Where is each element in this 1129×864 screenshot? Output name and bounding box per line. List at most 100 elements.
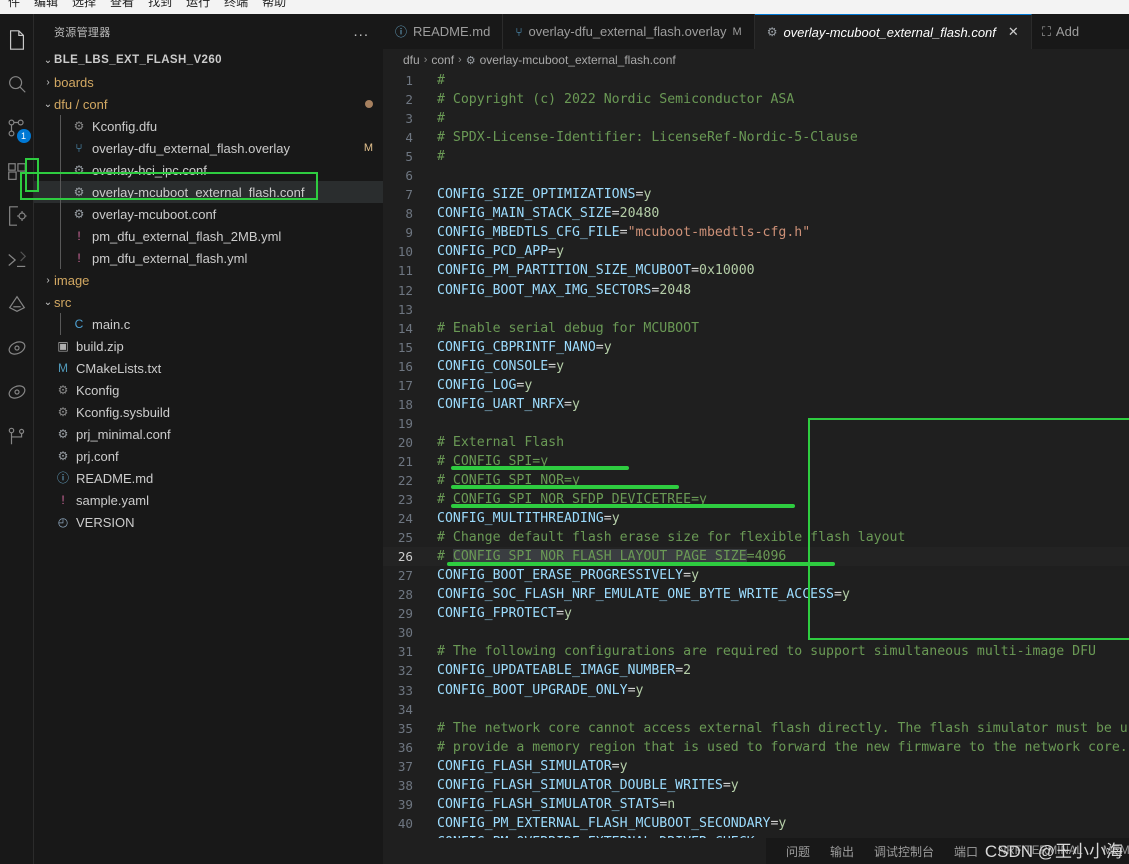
extensions-icon[interactable] bbox=[0, 150, 34, 194]
panel-tab-3[interactable]: 端口 bbox=[952, 843, 980, 860]
tree-item-pm-dfu-external-flash-yml[interactable]: ! pm_dfu_external_flash.yml bbox=[34, 247, 383, 269]
tree-item-overlay-mcuboot-conf[interactable]: ⚙ overlay-mcuboot.conf bbox=[34, 203, 383, 225]
tree-item-kconfig-sysbuild[interactable]: ⚙ Kconfig.sysbuild bbox=[34, 401, 383, 423]
tree-item-cmakelists-txt[interactable]: M CMakeLists.txt bbox=[34, 357, 383, 379]
info-icon: ⓘ bbox=[56, 471, 69, 485]
code-line[interactable]: 26 # CONFIG_SPI_NOR_FLASH_LAYOUT_PAGE_SIZ… bbox=[383, 547, 1129, 567]
code-line[interactable]: 6 bbox=[383, 166, 1129, 185]
code-line[interactable]: 1 # bbox=[383, 71, 1129, 90]
editor-tab-2[interactable]: ⚙ overlay-mcuboot_external_flash.conf ✕ bbox=[754, 14, 1032, 49]
code-line[interactable]: 12 CONFIG_BOOT_MAX_IMG_SECTORS=2048 bbox=[383, 281, 1129, 300]
search-icon[interactable] bbox=[0, 62, 34, 106]
code-line[interactable]: 25 # Change default flash erase size for … bbox=[383, 528, 1129, 547]
tree-item-pm-dfu-external-flash-2mb-yml[interactable]: ! pm_dfu_external_flash_2MB.yml bbox=[34, 225, 383, 247]
tree-item-overlay-dfu-external-flash-overlay[interactable]: ⑂ overlay-dfu_external_flash.overlay M bbox=[34, 137, 383, 159]
devicetree-icon[interactable] bbox=[0, 414, 34, 458]
tree-item-sample-yaml[interactable]: ! sample.yaml bbox=[34, 489, 383, 511]
code-line[interactable]: 3 # bbox=[383, 109, 1129, 128]
code-editor[interactable]: 1 #2 # Copyright (c) 2022 Nordic Semicondu… bbox=[383, 71, 1129, 838]
code-line[interactable]: 10 CONFIG_PCD_APP=y bbox=[383, 242, 1129, 261]
code-line[interactable]: 17 CONFIG_LOG=y bbox=[383, 376, 1129, 395]
code-line[interactable]: 38 CONFIG_FLASH_SIMULATOR_DOUBLE_WRITES=y bbox=[383, 776, 1129, 795]
code-line[interactable]: 15 CONFIG_CBPRINTF_NANO=y bbox=[383, 338, 1129, 357]
code-line[interactable]: 2 # Copyright (c) 2022 Nordic Semiconduct… bbox=[383, 90, 1129, 109]
tree-item-overlay-hci-ipc-conf[interactable]: ⚙ overlay-hci_ipc.conf bbox=[34, 159, 383, 181]
code-line[interactable]: 34 bbox=[383, 700, 1129, 719]
code-line[interactable]: 29 CONFIG_FPROTECT=y bbox=[383, 604, 1129, 623]
menu-item-0[interactable]: 件 bbox=[2, 0, 26, 9]
explorer-root-folder[interactable]: ⌄ BLE_LBS_EXT_FLASH_V260 bbox=[34, 49, 383, 71]
code-line[interactable]: 39 CONFIG_FLASH_SIMULATOR_STATS=n bbox=[383, 795, 1129, 814]
breadcrumb-item-0[interactable]: dfu bbox=[403, 53, 420, 67]
tree-item-src[interactable]: ⌄ src bbox=[34, 291, 383, 313]
tree-item-main-c[interactable]: Cmain.c bbox=[34, 313, 383, 335]
code-line[interactable]: 22 # CONFIG_SPI_NOR=y bbox=[383, 471, 1129, 490]
tree-item-prj-conf[interactable]: ⚙ prj.conf bbox=[34, 445, 383, 467]
menu-item-2[interactable]: 选择 bbox=[66, 0, 102, 9]
nrf-terminal-icon[interactable] bbox=[0, 238, 34, 282]
tree-item-version[interactable]: ◴ VERSION bbox=[34, 511, 383, 533]
tree-item-boards[interactable]: › boards bbox=[34, 71, 383, 93]
panel-tab-1[interactable]: 输出 bbox=[828, 843, 856, 860]
code-line[interactable]: 13 bbox=[383, 300, 1129, 319]
code-token: CONFIG_PM_OVERRIDE_EXTERNAL_DRIVER_CHECK bbox=[437, 835, 755, 838]
code-text: CONFIG_BOOT_ERASE_PROGRESSIVELY=y bbox=[435, 566, 1129, 585]
code-line[interactable]: 36 # provide a memory region that is used… bbox=[383, 738, 1129, 757]
tree-item-overlay-mcuboot-external-flash-conf[interactable]: ⚙ overlay-mcuboot_external_flash.conf bbox=[34, 181, 383, 203]
code-line[interactable]: 28 CONFIG_SOC_FLASH_NRF_EMULATE_ONE_BYTE_… bbox=[383, 585, 1129, 604]
menu-item-1[interactable]: 编辑 bbox=[28, 0, 64, 9]
code-line[interactable]: 40 CONFIG_PM_EXTERNAL_FLASH_MCUBOOT_SECON… bbox=[383, 814, 1129, 833]
editor-tab-1[interactable]: ⑂ overlay-dfu_external_flash.overlay M bbox=[503, 14, 755, 49]
explorer-icon[interactable] bbox=[0, 18, 34, 62]
tree-item-build-zip[interactable]: ▣ build.zip bbox=[34, 335, 383, 357]
breadcrumb-item-2[interactable]: ⚙ overlay-mcuboot_external_flash.conf bbox=[466, 53, 676, 67]
tree-item-dfu-conf[interactable]: ⌄ dfu / conf bbox=[34, 93, 383, 115]
code-line[interactable]: 14 # Enable serial debug for MCUBOOT bbox=[383, 319, 1129, 338]
tree-item-kconfig[interactable]: ⚙ Kconfig bbox=[34, 379, 383, 401]
menu-item-7[interactable]: 帮助 bbox=[256, 0, 292, 9]
menu-item-3[interactable]: 查看 bbox=[104, 0, 140, 9]
code-line[interactable]: 19 bbox=[383, 414, 1129, 433]
code-line[interactable]: 33 CONFIG_BOOT_UPGRADE_ONLY=y bbox=[383, 681, 1129, 700]
explorer-more-actions-icon[interactable]: ... bbox=[353, 24, 369, 39]
tree-item-readme-md[interactable]: ⓘ README.md bbox=[34, 467, 383, 489]
panel-tab-2[interactable]: 调试控制台 bbox=[872, 843, 936, 860]
add-build-configuration-button[interactable]: ⛶ Add bbox=[1031, 14, 1090, 49]
code-line[interactable]: 37 CONFIG_FLASH_SIMULATOR=y bbox=[383, 757, 1129, 776]
code-line[interactable]: 20 # External Flash bbox=[383, 433, 1129, 452]
source-control-icon[interactable]: 1 bbox=[0, 106, 34, 150]
source-control-badge: 1 bbox=[16, 129, 31, 143]
code-line[interactable]: 31 # The following configurations are req… bbox=[383, 642, 1129, 661]
code-line[interactable]: 24 CONFIG_MULTITHREADING=y bbox=[383, 509, 1129, 528]
code-line[interactable]: 8 CONFIG_MAIN_STACK_SIZE=20480 bbox=[383, 204, 1129, 223]
memory-explorer-icon[interactable] bbox=[0, 282, 34, 326]
tree-item-image[interactable]: › image bbox=[34, 269, 383, 291]
code-line[interactable]: 30 bbox=[383, 623, 1129, 642]
code-token: = bbox=[603, 511, 612, 527]
code-line[interactable]: 7 CONFIG_SIZE_OPTIMIZATIONS=y bbox=[383, 185, 1129, 204]
code-line[interactable]: 4 # SPDX-License-Identifier: LicenseRef-N… bbox=[383, 128, 1129, 147]
code-line[interactable]: 18 CONFIG_UART_NRFX=y bbox=[383, 395, 1129, 414]
code-line[interactable]: 16 CONFIG_CONSOLE=y bbox=[383, 357, 1129, 376]
code-line[interactable]: 27 CONFIG_BOOT_ERASE_PROGRESSIVELY=y bbox=[383, 566, 1129, 585]
rtos-viewer2-icon[interactable] bbox=[0, 370, 34, 414]
nrf-connect-icon[interactable] bbox=[0, 194, 34, 238]
menu-item-4[interactable]: 找到 bbox=[142, 0, 178, 9]
code-line[interactable]: 21 # CONFIG_SPI=y bbox=[383, 452, 1129, 471]
tree-item-kconfig-dfu[interactable]: ⚙ Kconfig.dfu bbox=[34, 115, 383, 137]
menu-item-6[interactable]: 终端 bbox=[218, 0, 254, 9]
code-line[interactable]: 32 CONFIG_UPDATEABLE_IMAGE_NUMBER=2 bbox=[383, 661, 1129, 680]
code-line[interactable]: 11 CONFIG_PM_PARTITION_SIZE_MCUBOOT=0x100… bbox=[383, 261, 1129, 280]
breadcrumb-item-1[interactable]: conf bbox=[431, 53, 454, 67]
code-line[interactable]: 9 CONFIG_MBEDTLS_CFG_FILE="mcuboot-mbedtl… bbox=[383, 223, 1129, 242]
rtos-viewer-icon[interactable] bbox=[0, 326, 34, 370]
code-line[interactable]: 35 # The network core cannot access exter… bbox=[383, 719, 1129, 738]
close-icon[interactable]: ✕ bbox=[1008, 24, 1019, 40]
code-line[interactable]: 5 # bbox=[383, 147, 1129, 166]
code-line[interactable]: 23 # CONFIG_SPI_NOR_SFDP_DEVICETREE=y bbox=[383, 490, 1129, 509]
panel-tab-0[interactable]: 问题 bbox=[784, 843, 812, 860]
editor-tab-0[interactable]: ⓘ README.md bbox=[383, 14, 504, 49]
tree-item-prj-minimal-conf[interactable]: ⚙ prj_minimal.conf bbox=[34, 423, 383, 445]
menu-item-5[interactable]: 运行 bbox=[180, 0, 216, 9]
